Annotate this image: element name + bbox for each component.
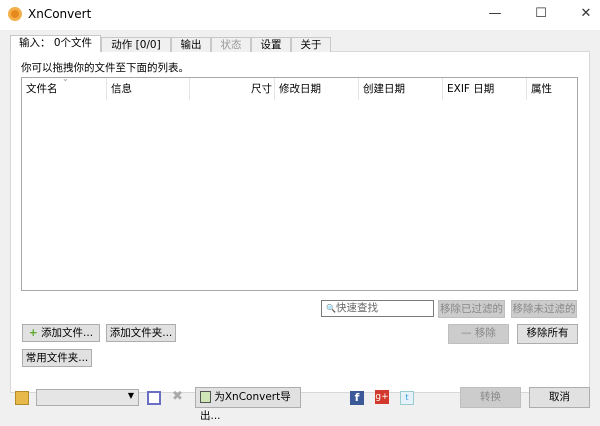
dropdown-arrow-icon: ▼ bbox=[127, 391, 134, 400]
preset-dropdown[interactable]: ▼ bbox=[36, 389, 139, 406]
quick-search-input[interactable]: 🔍快速查找 bbox=[321, 300, 434, 317]
minimize-button[interactable]: — bbox=[483, 4, 507, 24]
cancel-button[interactable]: 取消 bbox=[529, 387, 590, 408]
export-icon bbox=[200, 391, 211, 403]
convert-button[interactable]: 转换 bbox=[460, 387, 521, 408]
minus-icon: — bbox=[461, 327, 472, 339]
add-files-label: 添加文件... bbox=[41, 327, 94, 339]
add-folder-button[interactable]: 添加文件夹... bbox=[106, 324, 176, 342]
search-icon: 🔍 bbox=[326, 304, 336, 313]
tab-settings[interactable]: 设置 bbox=[251, 37, 291, 52]
remove-all-button[interactable]: 移除所有 bbox=[517, 324, 578, 344]
tab-output[interactable]: 输出 bbox=[171, 37, 211, 52]
column-exif-date[interactable]: EXIF 日期 bbox=[443, 78, 527, 100]
column-created[interactable]: 创建日期 bbox=[359, 78, 443, 100]
column-modified[interactable]: 修改日期 bbox=[275, 78, 359, 100]
delete-icon[interactable]: ✖ bbox=[172, 389, 183, 404]
remove-button[interactable]: — 移除 bbox=[448, 324, 509, 344]
tab-about[interactable]: 关于 bbox=[291, 37, 331, 52]
search-placeholder: 快速查找 bbox=[335, 302, 378, 314]
plus-icon: + bbox=[28, 327, 38, 339]
add-files-button[interactable]: + 添加文件... bbox=[22, 324, 100, 342]
export-button[interactable]: 为XnConvert导出... bbox=[195, 387, 301, 422]
column-size[interactable]: 尺寸 bbox=[190, 78, 275, 100]
app-logo-icon bbox=[8, 7, 22, 21]
export-label: 为XnConvert导出... bbox=[200, 391, 291, 422]
facebook-icon[interactable]: f bbox=[350, 391, 364, 405]
remove-filtered-button[interactable]: 移除已过滤的 bbox=[438, 300, 505, 318]
title-bar: XnConvert — ☐ ✕ bbox=[0, 0, 600, 30]
google-plus-icon[interactable]: g+ bbox=[375, 390, 389, 404]
sort-chevron-icon: ⌄ bbox=[62, 74, 69, 83]
maximize-button[interactable]: ☐ bbox=[529, 4, 553, 24]
column-info[interactable]: 信息 bbox=[107, 78, 190, 100]
twitter-icon[interactable]: t bbox=[400, 391, 414, 405]
window-title: XnConvert bbox=[28, 7, 92, 21]
remove-label: 移除 bbox=[474, 327, 496, 339]
save-icon[interactable] bbox=[147, 391, 161, 405]
drag-hint: 你可以拖拽你的文件至下面的列表。 bbox=[21, 62, 189, 74]
column-attributes[interactable]: 属性 bbox=[527, 78, 578, 100]
tab-actions[interactable]: 动作 [0/0] bbox=[101, 37, 171, 52]
common-folders-button[interactable]: 常用文件夹... bbox=[22, 349, 92, 367]
tab-status[interactable]: 状态 bbox=[211, 37, 251, 52]
close-button[interactable]: ✕ bbox=[574, 4, 598, 24]
tab-input[interactable]: 输入： 0个文件 bbox=[10, 35, 101, 52]
file-list[interactable]: 文件名 ⌄ 信息 尺寸 修改日期 创建日期 EXIF 日期 属性 bbox=[21, 74, 578, 291]
remove-unfiltered-button[interactable]: 移除未过滤的 bbox=[511, 300, 577, 318]
folder-icon[interactable] bbox=[15, 391, 29, 405]
